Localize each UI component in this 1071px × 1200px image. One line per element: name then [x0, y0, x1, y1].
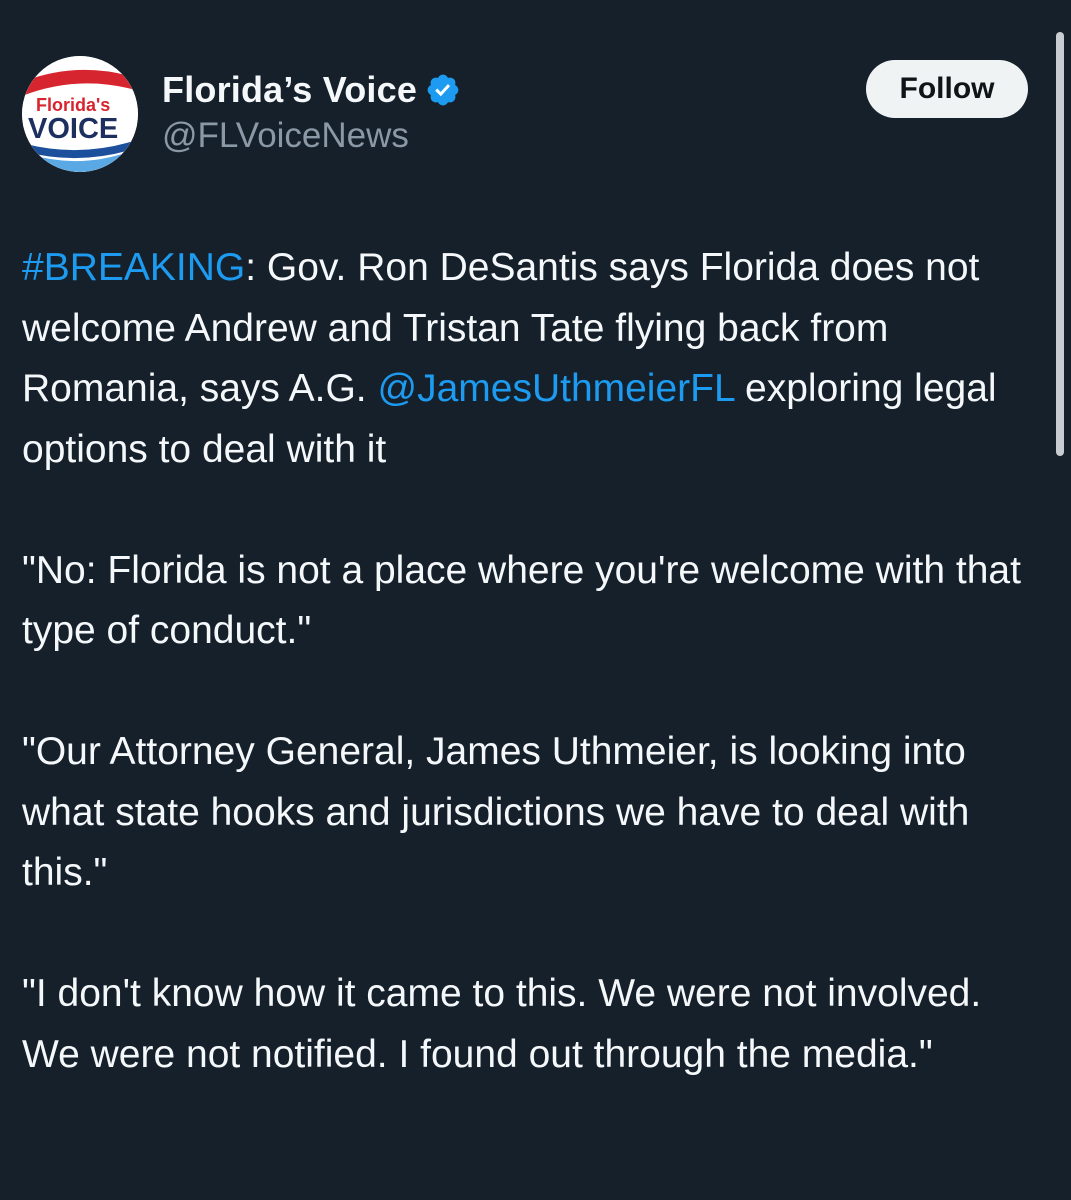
- tweet-paragraph-4: "I don't know how it came to this. We we…: [22, 972, 982, 1076]
- profile-avatar[interactable]: Florida's VOICE: [22, 56, 138, 172]
- florida-voice-logo: Florida's VOICE: [22, 56, 138, 172]
- scrollbar-thumb[interactable]: [1056, 32, 1064, 456]
- tweet-paragraph-1: #BREAKING: Gov. Ron DeSantis says Florid…: [22, 238, 1037, 480]
- account-handle[interactable]: @FLVoiceNews: [162, 116, 409, 156]
- follow-button[interactable]: Follow: [866, 60, 1028, 118]
- hashtag-link[interactable]: #BREAKING: [22, 246, 245, 289]
- account-display-name[interactable]: Florida’s Voice: [162, 69, 417, 111]
- verified-badge-icon: [425, 72, 461, 108]
- svg-text:Florida's: Florida's: [36, 95, 110, 115]
- account-name-row[interactable]: Florida’s Voice: [162, 66, 461, 114]
- tweet-text: #BREAKING: Gov. Ron DeSantis says Florid…: [22, 238, 1037, 1085]
- tweet-paragraph-2: "No: Florida is not a place where you're…: [22, 548, 1021, 653]
- svg-text:VOICE: VOICE: [28, 113, 118, 145]
- tweet-paragraph-3: "Our Attorney General, James Uthmeier, i…: [22, 730, 970, 894]
- mention-link[interactable]: @JamesUthmeierFL: [377, 367, 734, 410]
